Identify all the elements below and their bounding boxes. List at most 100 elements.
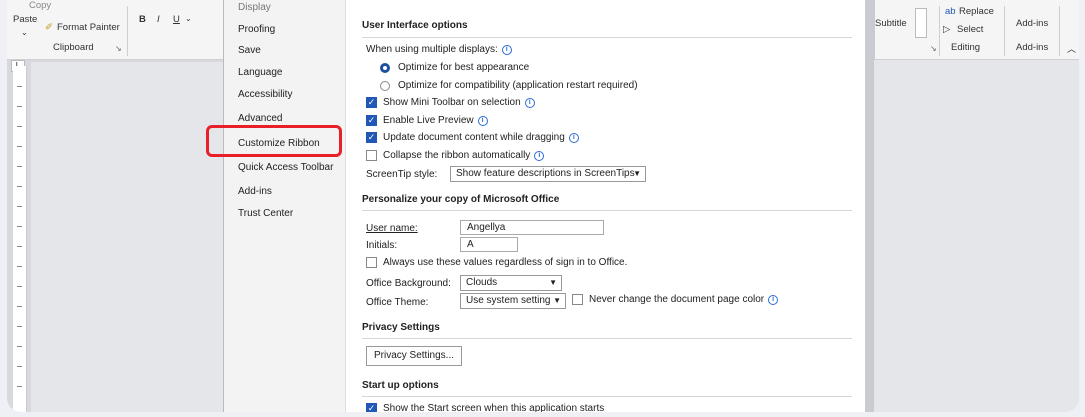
document-right-area — [874, 60, 1079, 412]
mini-toolbar-label: Show Mini Toolbar on selection — [383, 97, 521, 108]
options-content: User Interface options When using multip… — [346, 0, 865, 412]
ribbon-divider — [1004, 6, 1005, 56]
collapse-ribbon-label: Collapse the ribbon automatically — [383, 150, 531, 161]
ribbon-divider — [127, 6, 128, 56]
copy-button[interactable]: Copy — [29, 0, 51, 11]
background-select[interactable]: Clouds ▼ — [460, 275, 562, 291]
background-value: Clouds — [466, 277, 498, 288]
clipboard-group-label: Clipboard — [53, 42, 94, 53]
paste-chevron-icon[interactable]: ⌄ — [21, 28, 28, 37]
screentip-value: Show feature descriptions in ScreenTips — [456, 168, 635, 179]
section-divider — [362, 396, 852, 397]
nav-item-save[interactable]: Save — [238, 45, 261, 56]
document-canvas — [31, 62, 227, 412]
section-divider — [362, 37, 852, 38]
radio-compat-label: Optimize for compatibility (application … — [398, 80, 638, 91]
word-options-dialog: Display Proofing Save Language Accessibi… — [223, 0, 875, 412]
multi-display-label: When using multiple displays: i — [366, 44, 512, 55]
username-input[interactable]: Angellya — [460, 220, 604, 235]
show-start-label: Show the Start screen when this applicat… — [383, 403, 605, 412]
info-icon: i — [501, 44, 512, 55]
paste-button[interactable]: Paste — [13, 14, 37, 25]
show-start-option[interactable]: ✓ Show the Start screen when this applic… — [366, 403, 604, 412]
ui-options-heading: User Interface options — [362, 20, 468, 31]
nav-item-display[interactable]: Display — [238, 2, 271, 13]
editing-group-label: Editing — [951, 42, 981, 53]
always-use-option[interactable]: Always use these values regardless of si… — [366, 257, 627, 268]
nav-item-quick-access-toolbar[interactable]: Quick Access Toolbar — [238, 162, 333, 173]
never-change-option[interactable]: Never change the document page color i — [572, 294, 779, 305]
style-subtitle[interactable]: Subtitle — [875, 18, 907, 29]
select-icon: ▷ — [943, 24, 951, 35]
live-preview-label: Enable Live Preview — [383, 115, 474, 126]
info-icon: i — [477, 115, 488, 126]
format-painter-icon: ✐ — [45, 22, 53, 33]
username-label: User name: — [366, 223, 418, 234]
never-change-checkbox[interactable] — [572, 294, 583, 305]
radio-best-label: Optimize for best appearance — [398, 62, 530, 73]
nav-item-advanced[interactable]: Advanced — [238, 113, 282, 124]
bold-button[interactable]: B — [139, 14, 146, 25]
dropdown-arrow-icon: ▼ — [553, 296, 561, 305]
options-nav: Display Proofing Save Language Accessibi… — [224, 0, 346, 412]
always-use-label: Always use these values regardless of si… — [383, 257, 628, 268]
italic-button[interactable]: I — [157, 14, 160, 25]
dropdown-arrow-icon: ▼ — [633, 169, 641, 178]
mini-toolbar-option[interactable]: ✓ Show Mini Toolbar on selection i — [366, 97, 535, 108]
nav-item-accessibility[interactable]: Accessibility — [238, 89, 292, 100]
initials-label: Initials: — [366, 240, 398, 251]
highlight-annotation — [206, 125, 342, 157]
mini-toolbar-checkbox[interactable]: ✓ — [366, 97, 377, 108]
always-use-checkbox[interactable] — [366, 257, 377, 268]
personalize-heading: Personalize your copy of Microsoft Offic… — [362, 194, 560, 205]
live-preview-checkbox[interactable]: ✓ — [366, 115, 377, 126]
underline-dropdown-icon[interactable]: ⌄ — [185, 14, 192, 23]
vertical-ruler — [13, 66, 27, 412]
ribbon-divider — [939, 6, 940, 56]
show-start-checkbox[interactable]: ✓ — [366, 403, 377, 412]
theme-value: Use system setting — [466, 295, 551, 306]
screentip-select[interactable]: Show feature descriptions in ScreenTips … — [450, 166, 646, 182]
screentip-label: ScreenTip style: — [366, 169, 438, 180]
nav-item-language[interactable]: Language — [238, 67, 283, 78]
theme-select[interactable]: Use system setting ▼ — [460, 293, 566, 309]
underline-button[interactable]: U — [173, 14, 180, 25]
nav-item-proofing[interactable]: Proofing — [238, 24, 275, 35]
addins-button[interactable]: Add-ins — [1016, 18, 1048, 29]
update-drag-checkbox[interactable]: ✓ — [366, 132, 377, 143]
info-icon: i — [524, 97, 535, 108]
privacy-settings-button[interactable]: Privacy Settings... — [366, 346, 462, 366]
collapse-ribbon-checkbox[interactable] — [366, 150, 377, 161]
startup-heading: Start up options — [362, 380, 439, 391]
radio-unselected[interactable] — [380, 80, 390, 91]
nav-item-trust-center[interactable]: Trust Center — [238, 208, 293, 219]
select-button[interactable]: Select — [957, 24, 983, 35]
never-change-label: Never change the document page color — [589, 294, 765, 305]
update-drag-option[interactable]: ✓ Update document content while dragging… — [366, 132, 579, 143]
info-icon: i — [568, 132, 579, 143]
styles-launcher-icon[interactable]: ↘ — [930, 44, 937, 53]
section-divider — [362, 210, 852, 211]
radio-compatibility[interactable]: Optimize for compatibility (application … — [380, 80, 638, 91]
nav-item-add-ins[interactable]: Add-ins — [238, 186, 272, 197]
replace-icon: ab — [945, 6, 956, 17]
clipboard-launcher-icon[interactable]: ↘ — [115, 44, 122, 53]
background-label: Office Background: — [366, 278, 451, 289]
radio-best-appearance[interactable]: Optimize for best appearance — [380, 62, 529, 73]
format-painter-button[interactable]: Format Painter — [57, 22, 120, 33]
theme-label: Office Theme: — [366, 297, 429, 308]
styles-scroll[interactable] — [915, 8, 927, 38]
info-icon: i — [534, 150, 545, 161]
ribbon-divider — [1059, 6, 1060, 56]
collapse-ribbon-icon[interactable]: ︿ — [1067, 42, 1076, 55]
initials-input[interactable]: A — [460, 237, 518, 252]
collapse-ribbon-option[interactable]: Collapse the ribbon automatically i — [366, 150, 545, 161]
live-preview-option[interactable]: ✓ Enable Live Preview i — [366, 115, 488, 126]
addins-group-label: Add-ins — [1016, 42, 1049, 53]
section-divider — [362, 338, 852, 339]
update-drag-label: Update document content while dragging — [383, 132, 565, 143]
radio-selected[interactable] — [380, 62, 390, 73]
replace-button[interactable]: Replace — [959, 6, 994, 17]
privacy-heading: Privacy Settings — [362, 322, 440, 333]
dropdown-arrow-icon: ▼ — [549, 278, 557, 287]
